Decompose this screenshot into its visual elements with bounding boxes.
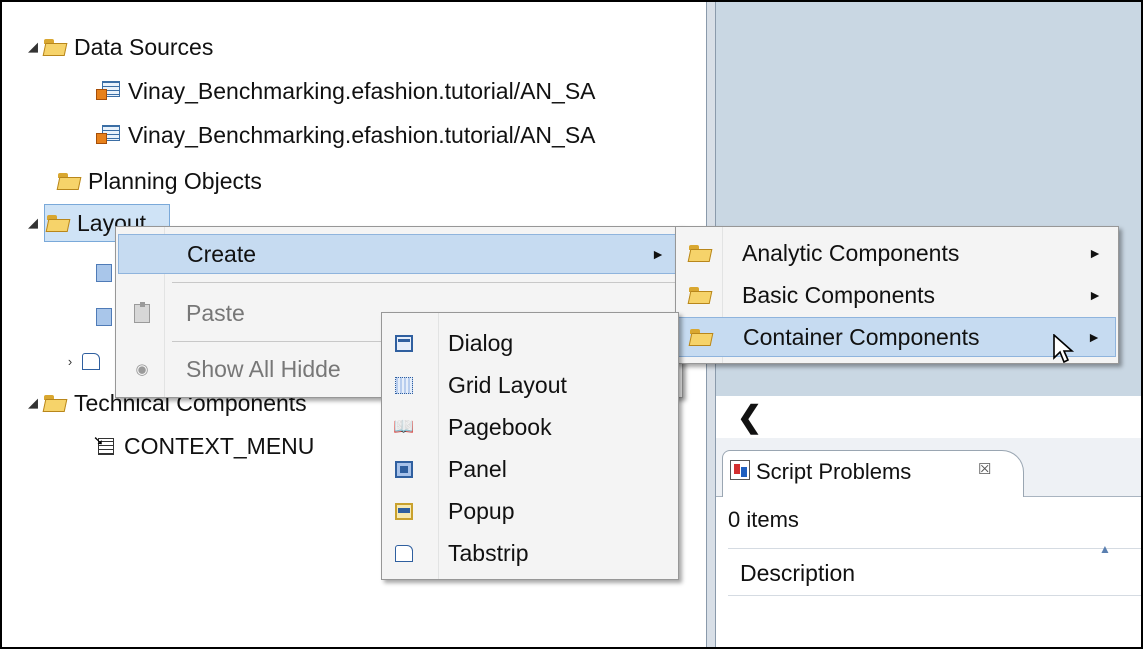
folder-icon bbox=[58, 172, 82, 190]
tabstrip-icon bbox=[82, 352, 100, 370]
menu-item-label: Dialog bbox=[448, 329, 514, 356]
tree-item-data-sources[interactable]: ◢ Data Sources bbox=[22, 28, 213, 66]
tree-item-datasource-1[interactable]: Vinay_Benchmarking.efashion.tutorial/AN_… bbox=[96, 72, 596, 110]
menu-item-panel[interactable]: Panel bbox=[384, 449, 676, 489]
submenu-arrow-icon: ► bbox=[651, 246, 665, 262]
eye-icon: ◉ bbox=[135, 361, 149, 378]
menu-item-dialog[interactable]: Dialog bbox=[384, 323, 676, 363]
dialog-icon bbox=[395, 334, 413, 352]
menu-item-label: Create bbox=[187, 240, 257, 267]
folder-icon bbox=[47, 214, 71, 232]
submenu-arrow-icon: ► bbox=[1088, 287, 1102, 303]
tree-item-datasource-2[interactable]: Vinay_Benchmarking.efashion.tutorial/AN_… bbox=[96, 116, 596, 154]
script-problems-icon bbox=[730, 460, 750, 480]
mouse-cursor-icon bbox=[1053, 334, 1075, 364]
tree-item-label: CONTEXT_MENU bbox=[124, 432, 315, 459]
menu-item-label: Show All Hidde bbox=[186, 355, 341, 382]
context-menu-icon: ➘ bbox=[93, 433, 116, 456]
workspace-window: ◢ Data Sources Vinay_Benchmarking.efashi… bbox=[0, 0, 1143, 649]
menu-item-tabstrip[interactable]: Tabstrip bbox=[384, 533, 676, 573]
component-icon bbox=[96, 308, 112, 326]
expand-twisty-icon[interactable]: ◢ bbox=[22, 395, 44, 411]
item-count: 0 items bbox=[728, 507, 799, 532]
expand-twisty-icon[interactable]: ◢ bbox=[22, 39, 44, 55]
menu-item-create[interactable]: Create ► bbox=[118, 234, 680, 274]
menu-item-label: Popup bbox=[448, 497, 515, 524]
menu-item-label: Panel bbox=[448, 455, 507, 482]
collapsed-twisty-icon[interactable]: › bbox=[62, 354, 78, 369]
menu-item-label: Paste bbox=[186, 299, 245, 326]
tree-item-label: Vinay_Benchmarking.efashion.tutorial/AN_… bbox=[128, 121, 596, 148]
submenu-arrow-icon: ► bbox=[1088, 245, 1102, 261]
folder-icon bbox=[689, 244, 713, 262]
menu-item-label: Pagebook bbox=[448, 413, 552, 440]
tree-item-label: Planning Objects bbox=[88, 167, 262, 194]
folder-icon bbox=[44, 394, 68, 412]
close-icon[interactable]: ☒ bbox=[978, 460, 991, 478]
tree-item-context-menu[interactable]: ➘ CONTEXT_MENU bbox=[93, 427, 315, 465]
menu-item-pagebook[interactable]: 📖 Pagebook bbox=[384, 407, 676, 447]
tabstrip-icon bbox=[395, 544, 413, 562]
folder-icon bbox=[44, 38, 68, 56]
pagebook-icon: 📖 bbox=[393, 417, 415, 436]
menu-item-label: Container Components bbox=[743, 323, 980, 350]
panel-icon bbox=[395, 460, 413, 478]
folder-icon bbox=[689, 286, 713, 304]
component-icon bbox=[96, 264, 112, 282]
paste-icon bbox=[134, 301, 150, 323]
datasource-icon bbox=[96, 80, 122, 102]
sort-ascending-icon[interactable]: ▲ bbox=[1099, 542, 1111, 556]
back-arrow-icon[interactable]: ❮ bbox=[737, 400, 762, 435]
editor-toolbar-strip bbox=[716, 396, 1141, 439]
tree-item-label: Vinay_Benchmarking.efashion.tutorial/AN_… bbox=[128, 77, 596, 104]
container-components-submenu: Dialog Grid Layout 📖 Pagebook Panel Popu… bbox=[381, 312, 679, 580]
column-header-description[interactable]: Description bbox=[740, 560, 855, 587]
submenu-arrow-icon: ► bbox=[1087, 329, 1101, 345]
menu-item-label: Tabstrip bbox=[448, 539, 529, 566]
tree-item-layout-child-3[interactable]: › bbox=[62, 342, 100, 380]
menu-item-container-components[interactable]: Container Components ► bbox=[678, 317, 1116, 357]
menu-item-label: Grid Layout bbox=[448, 371, 567, 398]
menu-item-analytic-components[interactable]: Analytic Components ► bbox=[678, 233, 1116, 273]
menu-item-basic-components[interactable]: Basic Components ► bbox=[678, 275, 1116, 315]
tab-label: Script Problems bbox=[756, 459, 912, 484]
menu-item-label: Basic Components bbox=[742, 281, 936, 308]
menu-item-label: Analytic Components bbox=[742, 239, 960, 266]
tree-item-planning-objects[interactable]: Planning Objects bbox=[58, 162, 262, 200]
menu-item-grid-layout[interactable]: Grid Layout bbox=[384, 365, 676, 405]
grid-layout-icon bbox=[395, 376, 413, 394]
menu-item-popup[interactable]: Popup bbox=[384, 491, 676, 531]
tree-item-label: Data Sources bbox=[74, 33, 214, 60]
datasource-icon bbox=[96, 124, 122, 146]
folder-icon bbox=[690, 328, 714, 346]
popup-icon bbox=[395, 502, 413, 520]
expand-twisty-icon[interactable]: ◢ bbox=[22, 215, 44, 231]
